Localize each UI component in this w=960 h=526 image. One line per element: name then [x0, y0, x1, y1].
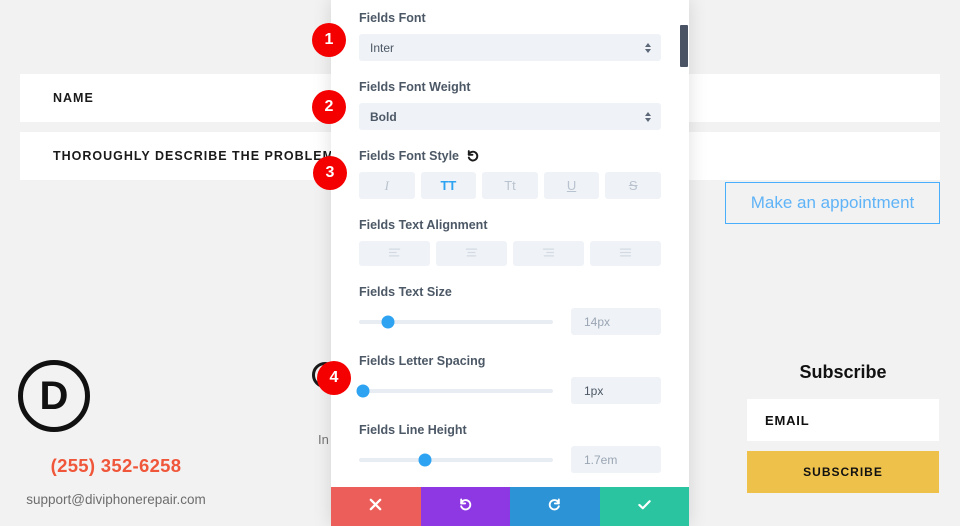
logo-letter: D [39, 373, 69, 418]
slider-thumb[interactable] [356, 384, 370, 397]
control-fields-font-style: Fields Font Style I TT Tt U S [359, 149, 661, 199]
reset-icon[interactable] [466, 149, 480, 163]
underline-glyph: U [566, 178, 577, 193]
control-fields-font: Fields Font Inter [359, 11, 661, 61]
chevron-updown-icon [645, 111, 651, 122]
subscribe-email-placeholder: EMAIL [765, 412, 810, 428]
screen: NAME THOROUGHLY DESCRIBE THE PROBLEM Mak… [0, 0, 960, 526]
slider-thumb[interactable] [418, 453, 432, 466]
cancel-button[interactable] [331, 487, 421, 526]
contact-email-address: support@diviphonerepair.com [26, 492, 206, 507]
align-center-icon [464, 245, 479, 263]
label-fields-line-height: Fields Line Height [359, 423, 467, 437]
align-right-button[interactable] [513, 241, 584, 266]
undo-icon [458, 497, 473, 517]
fields-line-height-slider[interactable] [359, 453, 553, 466]
slider-thumb[interactable] [381, 315, 395, 328]
step-badge-3: 3 [313, 156, 347, 190]
fields-text-size-row: 14px [359, 308, 661, 335]
label-fields-text-size: Fields Text Size [359, 285, 452, 299]
fields-text-settings-panel: Fields Font Inter Fields Font Weight Bol… [331, 0, 689, 526]
label-fields-font-style: Fields Font Style [359, 149, 661, 163]
make-an-appointment-button[interactable]: Make an appointment [725, 182, 940, 224]
redo-button[interactable] [510, 487, 600, 526]
align-justify-icon [618, 245, 633, 263]
chevron-updown-icon [645, 42, 651, 53]
strikethrough-glyph: S [628, 178, 638, 193]
text-alignment-button-group [359, 241, 661, 266]
field-label-problem: THOROUGHLY DESCRIBE THE PROBLEM [53, 149, 335, 163]
contact-phone-number: (255) 352-6258 [50, 455, 182, 476]
control-fields-letter-spacing: Fields Letter Spacing 1px [356, 354, 661, 404]
field-label-name: NAME [53, 91, 94, 105]
control-fields-text-alignment: Fields Text Alignment [359, 218, 661, 266]
align-justify-button[interactable] [590, 241, 661, 266]
fields-font-weight-select[interactable]: Bold [359, 103, 661, 130]
label-fields-font-weight: Fields Font Weight [359, 80, 471, 94]
align-left-icon [387, 245, 402, 263]
subscribe-email-input[interactable]: EMAIL [747, 399, 939, 441]
step-badge-2: 2 [312, 90, 346, 124]
save-button[interactable] [599, 487, 689, 526]
label-fields-font-style-text: Fields Font Style [359, 149, 460, 163]
subscribe-widget: Subscribe EMAIL SUBSCRIBE [747, 362, 939, 493]
close-icon [368, 497, 383, 517]
subscribe-button[interactable]: SUBSCRIBE [747, 451, 939, 493]
fields-font-select[interactable]: Inter [359, 34, 661, 61]
occluded-background-text: In [318, 432, 329, 447]
redo-icon [547, 497, 562, 517]
fields-letter-spacing-row: 1px [356, 377, 661, 404]
fields-letter-spacing-input[interactable]: 1px [571, 377, 661, 404]
small-caps-glyph: Tt [504, 178, 516, 193]
small-caps-button[interactable]: Tt [482, 172, 538, 199]
fields-line-height-input[interactable]: 1.7em [571, 446, 661, 473]
font-style-button-group: I TT Tt U S [359, 172, 661, 199]
fields-font-weight-value: Bold [370, 109, 397, 124]
align-left-button[interactable] [359, 241, 430, 266]
step-badge-1: 1 [312, 23, 346, 57]
panel-action-bar [331, 487, 689, 526]
panel-scroll-area[interactable]: Fields Font Inter Fields Font Weight Bol… [331, 0, 689, 487]
underline-button[interactable]: U [543, 172, 600, 199]
fields-font-value: Inter [370, 40, 395, 55]
align-right-icon [541, 245, 556, 263]
label-fields-text-alignment: Fields Text Alignment [359, 218, 488, 232]
uppercase-button[interactable]: TT [420, 172, 477, 199]
subscribe-title: Subscribe [799, 362, 887, 382]
step-badge-4: 4 [317, 361, 351, 395]
panel-scrollbar-thumb[interactable] [680, 25, 688, 67]
control-fields-text-size: Fields Text Size 14px [359, 285, 661, 335]
undo-button[interactable] [420, 487, 510, 526]
checkmark-icon [637, 497, 652, 517]
italic-button[interactable]: I [359, 172, 415, 199]
make-an-appointment-label: Make an appointment [750, 193, 915, 212]
control-fields-line-height: Fields Line Height 1.7em [359, 423, 661, 473]
control-fields-font-weight: Fields Font Weight Bold [359, 80, 661, 130]
fields-line-height-row: 1.7em [359, 446, 661, 473]
divi-logo-icon: D [18, 360, 90, 432]
label-fields-font: Fields Font [359, 11, 426, 25]
fields-text-size-slider[interactable] [359, 315, 553, 328]
strikethrough-button[interactable]: S [605, 172, 661, 199]
italic-glyph: I [384, 177, 389, 193]
label-fields-letter-spacing: Fields Letter Spacing [359, 354, 486, 368]
align-center-button[interactable] [436, 241, 507, 266]
fields-text-size-input[interactable]: 14px [571, 308, 661, 335]
fields-letter-spacing-slider[interactable] [356, 384, 553, 397]
subscribe-button-label: SUBSCRIBE [803, 465, 883, 479]
uppercase-glyph: TT [440, 178, 457, 193]
